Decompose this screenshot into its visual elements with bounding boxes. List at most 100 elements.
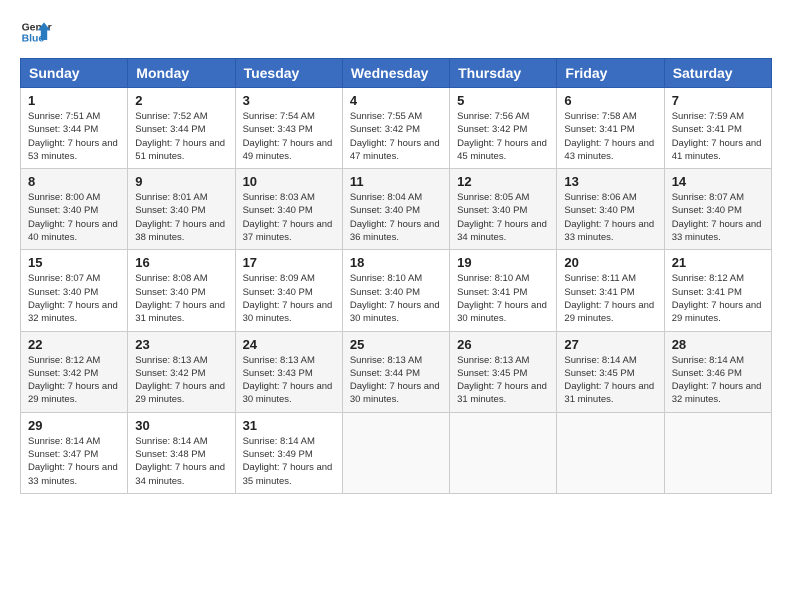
day-cell: 31 Sunrise: 8:14 AM Sunset: 3:49 PM Dayl… — [235, 412, 342, 493]
day-info: Sunrise: 7:58 AM Sunset: 3:41 PM Dayligh… — [564, 110, 656, 163]
day-number: 1 — [28, 93, 120, 108]
day-info: Sunrise: 8:07 AM Sunset: 3:40 PM Dayligh… — [28, 272, 120, 325]
day-cell: 22 Sunrise: 8:12 AM Sunset: 3:42 PM Dayl… — [21, 331, 128, 412]
day-info: Sunrise: 8:14 AM Sunset: 3:49 PM Dayligh… — [243, 435, 335, 488]
day-cell: 25 Sunrise: 8:13 AM Sunset: 3:44 PM Dayl… — [342, 331, 449, 412]
day-number: 31 — [243, 418, 335, 433]
day-cell: 12 Sunrise: 8:05 AM Sunset: 3:40 PM Dayl… — [450, 169, 557, 250]
day-cell: 11 Sunrise: 8:04 AM Sunset: 3:40 PM Dayl… — [342, 169, 449, 250]
day-number: 8 — [28, 174, 120, 189]
day-cell: 29 Sunrise: 8:14 AM Sunset: 3:47 PM Dayl… — [21, 412, 128, 493]
day-number: 13 — [564, 174, 656, 189]
week-row-4: 22 Sunrise: 8:12 AM Sunset: 3:42 PM Dayl… — [21, 331, 772, 412]
day-cell: 21 Sunrise: 8:12 AM Sunset: 3:41 PM Dayl… — [664, 250, 771, 331]
day-cell: 10 Sunrise: 8:03 AM Sunset: 3:40 PM Dayl… — [235, 169, 342, 250]
col-header-tuesday: Tuesday — [235, 59, 342, 88]
day-cell: 30 Sunrise: 8:14 AM Sunset: 3:48 PM Dayl… — [128, 412, 235, 493]
day-cell: 26 Sunrise: 8:13 AM Sunset: 3:45 PM Dayl… — [450, 331, 557, 412]
day-number: 12 — [457, 174, 549, 189]
day-cell: 16 Sunrise: 8:08 AM Sunset: 3:40 PM Dayl… — [128, 250, 235, 331]
day-number: 15 — [28, 255, 120, 270]
day-number: 24 — [243, 337, 335, 352]
day-number: 2 — [135, 93, 227, 108]
day-number: 25 — [350, 337, 442, 352]
day-number: 14 — [672, 174, 764, 189]
day-info: Sunrise: 7:52 AM Sunset: 3:44 PM Dayligh… — [135, 110, 227, 163]
col-header-wednesday: Wednesday — [342, 59, 449, 88]
day-cell: 7 Sunrise: 7:59 AM Sunset: 3:41 PM Dayli… — [664, 88, 771, 169]
day-info: Sunrise: 8:13 AM Sunset: 3:42 PM Dayligh… — [135, 354, 227, 407]
col-header-monday: Monday — [128, 59, 235, 88]
week-row-2: 8 Sunrise: 8:00 AM Sunset: 3:40 PM Dayli… — [21, 169, 772, 250]
day-number: 28 — [672, 337, 764, 352]
day-info: Sunrise: 8:12 AM Sunset: 3:42 PM Dayligh… — [28, 354, 120, 407]
day-number: 19 — [457, 255, 549, 270]
day-cell: 14 Sunrise: 8:07 AM Sunset: 3:40 PM Dayl… — [664, 169, 771, 250]
day-number: 27 — [564, 337, 656, 352]
day-number: 16 — [135, 255, 227, 270]
day-info: Sunrise: 7:55 AM Sunset: 3:42 PM Dayligh… — [350, 110, 442, 163]
day-info: Sunrise: 8:13 AM Sunset: 3:45 PM Dayligh… — [457, 354, 549, 407]
day-info: Sunrise: 8:14 AM Sunset: 3:46 PM Dayligh… — [672, 354, 764, 407]
day-number: 3 — [243, 93, 335, 108]
week-row-3: 15 Sunrise: 8:07 AM Sunset: 3:40 PM Dayl… — [21, 250, 772, 331]
day-info: Sunrise: 7:56 AM Sunset: 3:42 PM Dayligh… — [457, 110, 549, 163]
day-cell: 28 Sunrise: 8:14 AM Sunset: 3:46 PM Dayl… — [664, 331, 771, 412]
day-info: Sunrise: 8:10 AM Sunset: 3:41 PM Dayligh… — [457, 272, 549, 325]
day-cell: 18 Sunrise: 8:10 AM Sunset: 3:40 PM Dayl… — [342, 250, 449, 331]
day-cell: 3 Sunrise: 7:54 AM Sunset: 3:43 PM Dayli… — [235, 88, 342, 169]
day-info: Sunrise: 8:09 AM Sunset: 3:40 PM Dayligh… — [243, 272, 335, 325]
day-number: 7 — [672, 93, 764, 108]
col-header-thursday: Thursday — [450, 59, 557, 88]
day-info: Sunrise: 8:13 AM Sunset: 3:44 PM Dayligh… — [350, 354, 442, 407]
day-cell: 1 Sunrise: 7:51 AM Sunset: 3:44 PM Dayli… — [21, 88, 128, 169]
day-number: 10 — [243, 174, 335, 189]
day-number: 30 — [135, 418, 227, 433]
day-number: 4 — [350, 93, 442, 108]
day-cell — [664, 412, 771, 493]
day-info: Sunrise: 8:14 AM Sunset: 3:48 PM Dayligh… — [135, 435, 227, 488]
day-cell: 13 Sunrise: 8:06 AM Sunset: 3:40 PM Dayl… — [557, 169, 664, 250]
day-cell: 23 Sunrise: 8:13 AM Sunset: 3:42 PM Dayl… — [128, 331, 235, 412]
day-info: Sunrise: 8:01 AM Sunset: 3:40 PM Dayligh… — [135, 191, 227, 244]
day-number: 26 — [457, 337, 549, 352]
week-row-5: 29 Sunrise: 8:14 AM Sunset: 3:47 PM Dayl… — [21, 412, 772, 493]
day-info: Sunrise: 8:05 AM Sunset: 3:40 PM Dayligh… — [457, 191, 549, 244]
day-number: 18 — [350, 255, 442, 270]
day-cell: 27 Sunrise: 8:14 AM Sunset: 3:45 PM Dayl… — [557, 331, 664, 412]
col-header-friday: Friday — [557, 59, 664, 88]
day-cell: 15 Sunrise: 8:07 AM Sunset: 3:40 PM Dayl… — [21, 250, 128, 331]
day-number: 6 — [564, 93, 656, 108]
page-header: General Blue — [20, 16, 772, 48]
day-info: Sunrise: 8:11 AM Sunset: 3:41 PM Dayligh… — [564, 272, 656, 325]
day-number: 11 — [350, 174, 442, 189]
day-number: 20 — [564, 255, 656, 270]
day-info: Sunrise: 7:51 AM Sunset: 3:44 PM Dayligh… — [28, 110, 120, 163]
day-info: Sunrise: 8:07 AM Sunset: 3:40 PM Dayligh… — [672, 191, 764, 244]
day-info: Sunrise: 8:04 AM Sunset: 3:40 PM Dayligh… — [350, 191, 442, 244]
day-cell: 24 Sunrise: 8:13 AM Sunset: 3:43 PM Dayl… — [235, 331, 342, 412]
calendar-header-row: SundayMondayTuesdayWednesdayThursdayFrid… — [21, 59, 772, 88]
day-info: Sunrise: 8:06 AM Sunset: 3:40 PM Dayligh… — [564, 191, 656, 244]
day-info: Sunrise: 8:13 AM Sunset: 3:43 PM Dayligh… — [243, 354, 335, 407]
col-header-saturday: Saturday — [664, 59, 771, 88]
day-cell: 19 Sunrise: 8:10 AM Sunset: 3:41 PM Dayl… — [450, 250, 557, 331]
day-cell: 20 Sunrise: 8:11 AM Sunset: 3:41 PM Dayl… — [557, 250, 664, 331]
day-cell: 5 Sunrise: 7:56 AM Sunset: 3:42 PM Dayli… — [450, 88, 557, 169]
logo-icon: General Blue — [20, 16, 52, 48]
day-number: 9 — [135, 174, 227, 189]
day-info: Sunrise: 8:03 AM Sunset: 3:40 PM Dayligh… — [243, 191, 335, 244]
day-cell: 17 Sunrise: 8:09 AM Sunset: 3:40 PM Dayl… — [235, 250, 342, 331]
day-info: Sunrise: 8:08 AM Sunset: 3:40 PM Dayligh… — [135, 272, 227, 325]
day-number: 22 — [28, 337, 120, 352]
day-cell: 6 Sunrise: 7:58 AM Sunset: 3:41 PM Dayli… — [557, 88, 664, 169]
day-number: 23 — [135, 337, 227, 352]
day-info: Sunrise: 8:10 AM Sunset: 3:40 PM Dayligh… — [350, 272, 442, 325]
day-cell: 9 Sunrise: 8:01 AM Sunset: 3:40 PM Dayli… — [128, 169, 235, 250]
day-info: Sunrise: 8:12 AM Sunset: 3:41 PM Dayligh… — [672, 272, 764, 325]
day-info: Sunrise: 7:54 AM Sunset: 3:43 PM Dayligh… — [243, 110, 335, 163]
col-header-sunday: Sunday — [21, 59, 128, 88]
day-cell — [450, 412, 557, 493]
day-info: Sunrise: 7:59 AM Sunset: 3:41 PM Dayligh… — [672, 110, 764, 163]
day-cell: 4 Sunrise: 7:55 AM Sunset: 3:42 PM Dayli… — [342, 88, 449, 169]
